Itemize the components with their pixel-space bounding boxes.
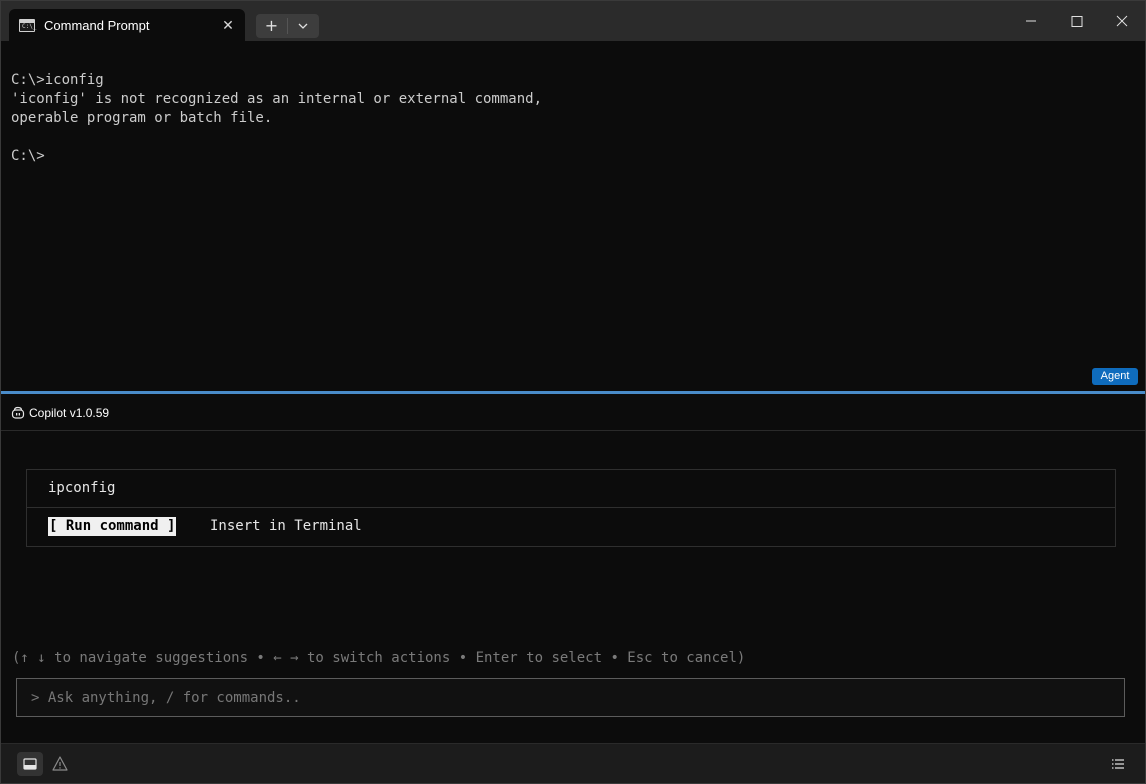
panel-icon [23, 758, 37, 770]
terminal-line: 'iconfig' is not recognized as an intern… [11, 91, 543, 107]
suggested-command[interactable]: ipconfig [48, 480, 115, 496]
copilot-title: Copilot v1.0.59 [29, 406, 110, 420]
status-bar [1, 743, 1145, 783]
menu-button[interactable] [1105, 752, 1131, 776]
terminal-line: C:\> [11, 148, 45, 164]
tab-command-prompt[interactable]: C:\_ Command Prompt ✕ [9, 9, 245, 41]
chevron-down-icon [298, 23, 308, 29]
agent-badge[interactable]: Agent [1092, 368, 1138, 385]
suggestion-box: ipconfig [ Run command ] Insert in Termi… [26, 469, 1116, 547]
terminal-output[interactable]: C:\>iconfig 'iconfig' is not recognized … [1, 41, 1145, 391]
warnings-button[interactable] [47, 752, 73, 776]
maximize-icon [1071, 16, 1083, 27]
panel-toggle-button[interactable] [17, 752, 43, 776]
cmd-icon-text: C:\_ [22, 23, 37, 30]
list-icon [1112, 759, 1124, 769]
minimize-button[interactable] [1008, 1, 1054, 41]
new-tab-group: + [256, 14, 319, 38]
new-tab-button[interactable]: + [256, 14, 287, 38]
copilot-panel: Copilot v1.0.59 ipconfig [ Run command ]… [1, 394, 1145, 743]
insert-in-terminal-button[interactable]: Insert in Terminal [210, 517, 362, 536]
terminal-line: C:\>iconfig [11, 72, 104, 88]
warning-icon [52, 756, 68, 771]
tab-dropdown-button[interactable] [288, 14, 319, 38]
navigation-hint: (↑ ↓ to navigate suggestions • ← → to sw… [12, 650, 746, 666]
minimize-icon [1026, 20, 1036, 22]
close-tab-button[interactable]: ✕ [217, 15, 239, 37]
close-button[interactable] [1099, 1, 1145, 41]
copilot-header: Copilot v1.0.59 [1, 394, 1145, 431]
close-icon [1116, 15, 1128, 27]
title-bar: C:\_ Command Prompt ✕ + [1, 1, 1145, 41]
cmd-icon: C:\_ [19, 19, 37, 32]
terminal-line: operable program or batch file. [11, 110, 273, 126]
copilot-icon [11, 406, 25, 419]
suggestion-separator [27, 507, 1115, 508]
run-command-button[interactable]: [ Run command ] [48, 517, 177, 536]
prompt-input[interactable] [31, 679, 1111, 716]
prompt-box[interactable] [16, 678, 1125, 717]
terminal-window: C:\_ Command Prompt ✕ + C:\>iconfig 'ico… [0, 0, 1146, 784]
maximize-button[interactable] [1054, 1, 1100, 41]
tab-title: Command Prompt [44, 18, 150, 33]
